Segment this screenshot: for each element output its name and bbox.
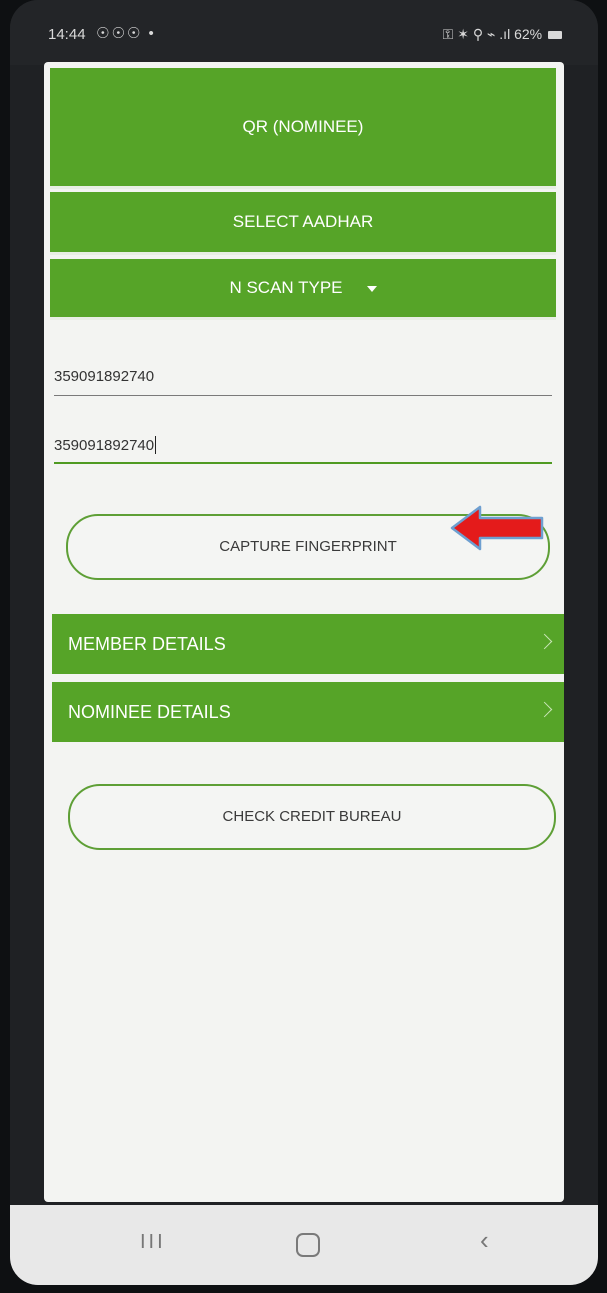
nominee-details-row[interactable]: NOMINEE DETAILS [52,682,564,742]
id-field-1-underline [54,395,552,396]
id-field-2[interactable]: 359091892740 [54,436,552,464]
scan-type-label: N SCAN TYPE [229,278,343,297]
id-field-2-value: 359091892740 [54,436,157,454]
check-credit-bureau-label: CHECK CREDIT BUREAU [222,808,402,825]
battery-percent: 62% [514,26,543,42]
notification-icons: ☉☉☉ • [96,25,156,42]
member-details-label: MEMBER DETAILS [68,634,226,654]
status-right: ⚿ ✶ ⚲ ⌁ .ıl 62% [443,26,562,43]
caret-down-icon [366,285,377,292]
qr-nominee-button[interactable]: QR (NOMINEE) [50,68,556,189]
id-field-1[interactable]: 359091892740 [54,368,552,396]
back-icon[interactable]: ‹ [480,1225,489,1256]
member-details-row[interactable]: MEMBER DETAILS [52,614,564,674]
system-icons: ⚿ ✶ ⚲ ⌁ .ıl [442,26,511,42]
text-cursor [155,436,157,454]
check-credit-bureau-button[interactable]: CHECK CREDIT BUREAU [68,784,556,850]
chevron-right-icon [536,701,553,718]
system-nav-bar: III ‹ [10,1205,598,1285]
nominee-details-label: NOMINEE DETAILS [68,702,231,722]
status-time: 14:44 [48,26,86,43]
select-aadhar-label: SELECT AADHAR [232,212,374,231]
recent-apps-icon[interactable]: III [140,1231,166,1254]
phone-frame: 14:44 ☉☉☉ • ⚿ ✶ ⚲ ⌁ .ıl 62% QR (NOMINEE)… [10,0,598,1285]
home-icon[interactable] [296,1233,320,1257]
scan-type-dropdown[interactable]: N SCAN TYPE [50,259,556,320]
battery-icon [548,31,562,40]
status-bar: 14:44 ☉☉☉ • ⚿ ✶ ⚲ ⌁ .ıl 62% [10,0,598,65]
red-arrow-icon [450,505,544,551]
annotation-arrow-icon [450,505,546,556]
qr-nominee-label: QR (NOMINEE) [242,117,364,136]
id-field-2-underline [54,462,552,464]
id-field-1-value: 359091892740 [54,368,155,385]
capture-fingerprint-label: CAPTURE FINGERPRINT [219,538,397,555]
select-aadhar-button[interactable]: SELECT AADHAR [50,192,556,255]
app-screen: QR (NOMINEE) SELECT AADHAR N SCAN TYPE 3… [44,62,564,1202]
id-field-2-text: 359091892740 [54,437,155,454]
chevron-right-icon [536,633,553,650]
